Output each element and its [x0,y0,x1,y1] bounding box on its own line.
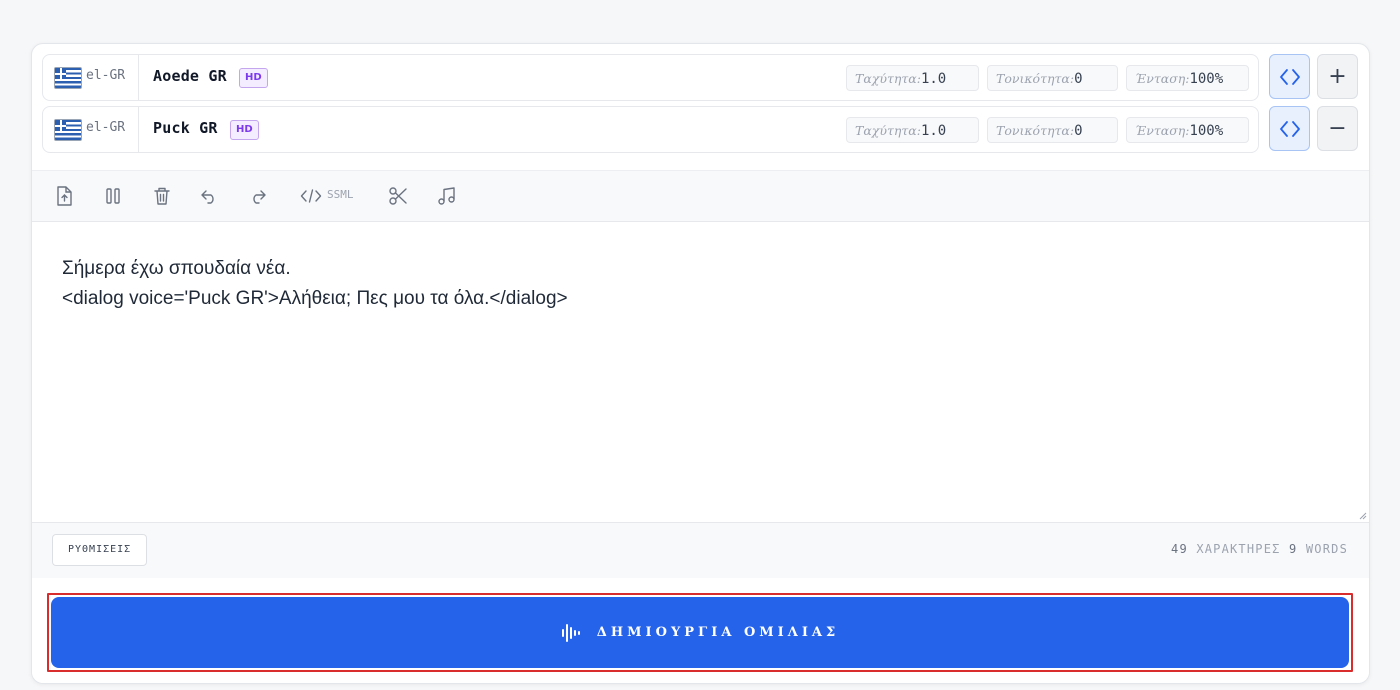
code-icon[interactable] [300,185,322,207]
generate-section: ΔΗΜΙΟΥΡΓΙΑ ΟΜΙΛΙΑΣ [32,578,1369,683]
volume-value: 100% [1189,71,1224,87]
language-selector[interactable]: el-GR [43,55,139,100]
trash-icon[interactable] [151,185,173,207]
speed-control[interactable]: Ταχύτητα:1.0 [846,65,979,91]
speed-label: Ταχύτητα: [855,123,921,138]
editor-footer: ΡΥΘΜΙΣΕΙΣ 49 ΧΑΡΑΚΤΗΡΕΣ 9 WORDS [32,522,1369,579]
volume-label: Ένταση: [1135,71,1190,86]
undo-icon[interactable] [198,185,220,207]
language-selector[interactable]: el-GR [43,107,139,152]
speed-control[interactable]: Ταχύτητα:1.0 [846,117,979,143]
pause-icon[interactable] [102,185,124,207]
pitch-value: 0 [1074,123,1083,139]
scissors-icon[interactable] [387,185,409,207]
minus-icon: − [1328,116,1347,141]
code-brackets-icon [1279,68,1300,85]
greece-flag-icon [54,119,82,141]
char-count: 49 [1171,542,1188,556]
ssml-code-toggle-button[interactable] [1269,106,1310,151]
resize-handle-icon[interactable] [1359,512,1367,520]
voice-row-puck[interactable]: el-GR Puck GR HD Ταχύτητα:1.0 Τονικότητα… [42,106,1259,153]
voice-name[interactable]: Puck GR [153,119,218,137]
pitch-control[interactable]: Τονικότητα:0 [987,117,1118,143]
audio-waveform-icon [561,623,580,642]
music-note-icon[interactable] [436,185,458,207]
remove-voice-button[interactable]: − [1317,106,1358,151]
redo-icon[interactable] [247,185,269,207]
voice-row-aoede[interactable]: el-GR Aoede GR HD Ταχύτητα:1.0 Τονικότητ… [42,54,1259,101]
editor-toolbar: SSML [32,170,1369,222]
pitch-label: Τονικότητα: [996,71,1075,86]
ssml-label[interactable]: SSML [327,188,354,201]
language-code: el-GR [86,68,126,83]
volume-value: 100% [1189,123,1224,139]
code-brackets-icon [1279,120,1300,137]
plus-icon: + [1328,64,1347,89]
greece-flag-icon [54,67,82,89]
language-code: el-GR [86,120,126,135]
generate-speech-button[interactable]: ΔΗΜΙΟΥΡΓΙΑ ΟΜΙΛΙΑΣ [51,597,1349,668]
word-label: WORDS [1305,542,1348,556]
text-counts: 49 ΧΑΡΑΚΤΗΡΕΣ 9 WORDS [1171,542,1348,556]
hd-badge: HD [239,68,268,88]
speed-value: 1.0 [920,71,947,87]
pitch-control[interactable]: Τονικότητα:0 [987,65,1118,91]
hd-badge: HD [230,120,259,140]
add-voice-button[interactable]: + [1317,54,1358,99]
volume-control[interactable]: Ένταση:100% [1126,65,1249,91]
text-editor[interactable]: Σήμερα έχω σπουδαία νέα. <dialog voice='P… [32,221,1369,522]
voice-name[interactable]: Aoede GR [153,67,227,85]
volume-label: Ένταση: [1135,123,1190,138]
word-count: 9 [1289,542,1298,556]
editor-content[interactable]: Σήμερα έχω σπουδαία νέα. <dialog voice='P… [62,254,568,314]
upload-file-icon[interactable] [53,185,75,207]
editor-line-2: <dialog voice='Puck GR'>Αλήθεια; Πες μου… [62,288,568,309]
char-label: ΧΑΡΑΚΤΗΡΕΣ [1196,542,1281,556]
pitch-value: 0 [1074,71,1083,87]
speed-label: Ταχύτητα: [855,71,921,86]
pitch-label: Τονικότητα: [996,123,1075,138]
ssml-code-toggle-button[interactable] [1269,54,1310,99]
volume-control[interactable]: Ένταση:100% [1126,117,1249,143]
generate-label: ΔΗΜΙΟΥΡΓΙΑ ΟΜΙΛΙΑΣ [596,625,840,640]
speed-value: 1.0 [920,123,947,139]
tts-editor-card: el-GR Aoede GR HD Ταχύτητα:1.0 Τονικότητ… [31,43,1370,684]
settings-button[interactable]: ΡΥΘΜΙΣΕΙΣ [52,534,148,566]
editor-line-1: Σήμερα έχω σπουδαία νέα. [62,258,291,279]
